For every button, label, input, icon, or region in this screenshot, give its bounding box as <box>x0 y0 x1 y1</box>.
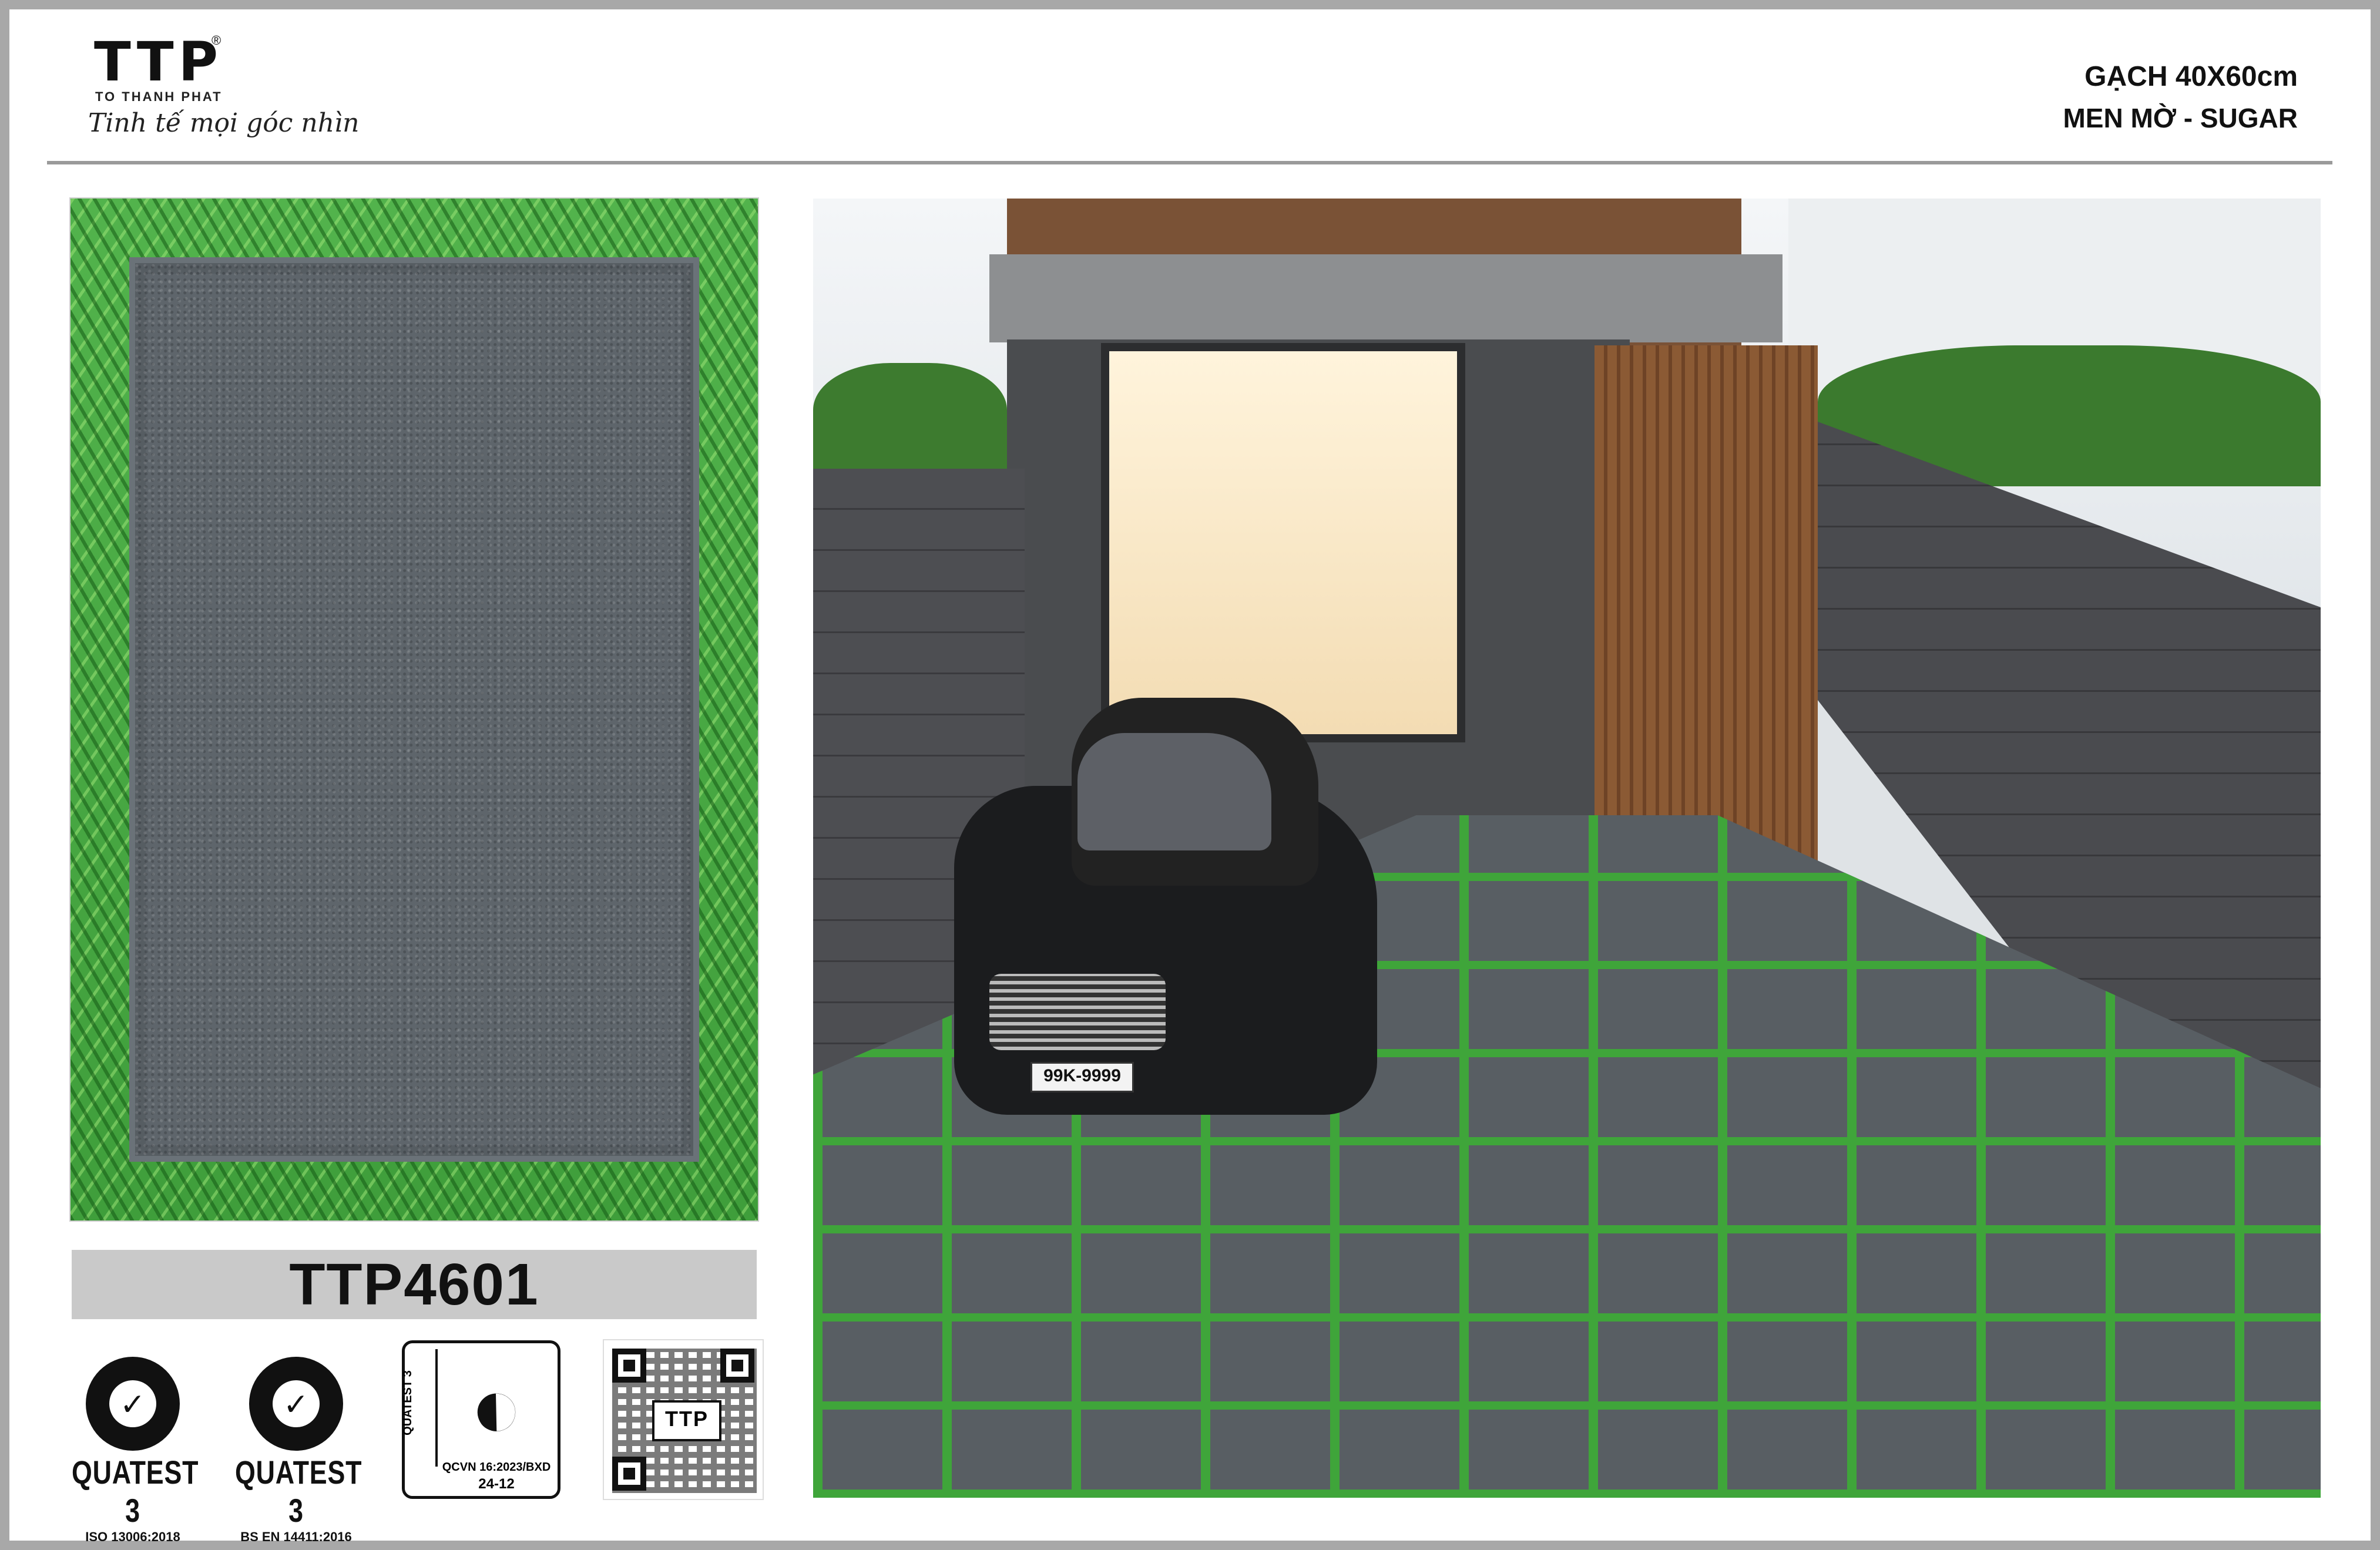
cert-name: QUATEST 3 <box>72 1454 199 1529</box>
brand-tagline: Tinh tế mọi góc nhìn <box>88 108 360 138</box>
cert-name: QUATEST 3 <box>235 1454 362 1529</box>
cr-code: 24-12 <box>478 1476 515 1492</box>
photo-hedge-left <box>813 363 1007 480</box>
qr-finder-icon <box>720 1349 754 1383</box>
photo-house-balcony <box>989 254 1783 342</box>
photo-car: 99K-9999 <box>954 698 1377 1144</box>
qr-finder-icon <box>612 1457 646 1491</box>
company-name: TO THANH PHAT <box>95 89 223 104</box>
cr-regulation: QCVN 16:2023/BXD <box>442 1461 551 1474</box>
qr-badge: TTP <box>652 1400 721 1441</box>
qr-code[interactable]: TTP <box>603 1339 764 1500</box>
photo-window <box>1101 343 1465 742</box>
quatest-cert-iso: ✓ QUATEST 3 ISO 13006:2018 <box>56 1345 209 1544</box>
cr-side-panel: QUATEST 3 <box>401 1349 438 1467</box>
application-photo: 99K-9999 <box>813 199 2321 1498</box>
cert-standard: ISO 13006:2018 <box>85 1529 180 1544</box>
tile-stone-surface <box>129 257 699 1162</box>
registered-mark: ® <box>212 33 221 48</box>
car-windshield <box>1077 733 1271 850</box>
logo-mark: TTP <box>94 31 223 93</box>
quatest-cert-bs: ✓ QUATEST 3 BS EN 14411:2016 <box>220 1345 372 1544</box>
car-grille <box>989 974 1166 1050</box>
license-plate: 99K-9999 <box>1030 1062 1134 1092</box>
qr-finder-icon <box>612 1349 646 1383</box>
quatest-logo-icon: ✓ <box>86 1357 180 1451</box>
brand-logo: TTP ® TO THANH PHAT Tinh tế mọi góc nhìn <box>88 31 359 148</box>
cr-side-label: QUATEST 3 <box>401 1370 414 1435</box>
product-code: TTP4601 <box>72 1250 757 1319</box>
cr-conformity-mark: QUATEST 3 ◐ QCVN 16:2023/BXD 24-12 <box>401 1340 560 1499</box>
header-divider <box>47 161 2332 164</box>
quatest-logo-icon: ✓ <box>249 1357 343 1451</box>
cert-standard: BS EN 14411:2016 <box>240 1529 352 1544</box>
tile-finish: MEN MỜ - SUGAR <box>2063 103 2298 133</box>
tile-swatch-image <box>71 199 758 1221</box>
tile-size: GẠCH 40X60cm <box>2084 61 2298 92</box>
product-spec: GẠCH 40X60cm MEN MỜ - SUGAR <box>2063 56 2298 139</box>
cr-logo-icon: ◐ <box>469 1357 523 1456</box>
